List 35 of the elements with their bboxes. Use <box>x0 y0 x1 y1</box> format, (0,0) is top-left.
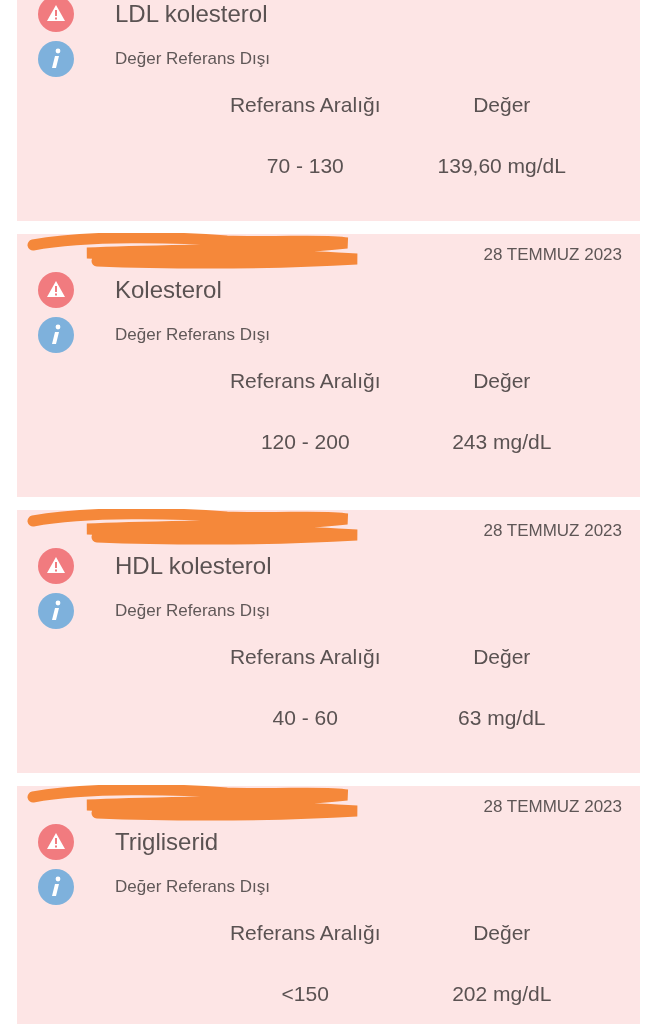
reference-range: 120 - 200 <box>260 429 350 456</box>
warning-icon <box>38 272 74 308</box>
column-header: Referans Aralığı <box>229 644 381 671</box>
date-label: 28 TEMMUZ 2023 <box>483 520 622 543</box>
reference-range: 40 - 60 <box>272 705 338 732</box>
column-header: Referans Aralığı <box>229 92 381 119</box>
column-header: Değer <box>473 644 531 671</box>
date-label: 28 TEMMUZ 2023 <box>483 796 622 819</box>
info-icon <box>38 869 74 905</box>
info-icon <box>38 593 74 629</box>
result-value: 139,60 mg/dL <box>437 153 566 180</box>
column-header: Referans Aralığı <box>229 920 381 947</box>
test-name: LDL kolesterol <box>115 0 268 29</box>
reference-range: 70 - 130 <box>266 153 344 180</box>
test-name: Trigliserid <box>115 827 219 857</box>
column-header: Değer <box>473 920 531 947</box>
test-name: Kolesterol <box>115 275 222 305</box>
test-name: HDL kolesterol <box>115 551 272 581</box>
status-text: Değer Referans Dışı <box>115 48 270 71</box>
status-text: Değer Referans Dışı <box>115 324 270 347</box>
result-value: 202 mg/dL <box>452 981 552 1008</box>
result-value: 243 mg/dL <box>452 429 552 456</box>
warning-icon <box>38 0 74 32</box>
warning-icon <box>38 824 74 860</box>
status-text: Değer Referans Dışı <box>115 876 270 899</box>
column-header: Değer <box>473 92 531 119</box>
status-text: Değer Referans Dışı <box>115 600 270 623</box>
date-label: 28 TEMMUZ 2023 <box>483 244 622 267</box>
reference-range: <150 <box>281 981 329 1008</box>
warning-icon <box>38 548 74 584</box>
info-icon <box>38 317 74 353</box>
column-header: Referans Aralığı <box>229 368 381 395</box>
info-icon <box>38 41 74 77</box>
column-header: Değer <box>473 368 531 395</box>
result-value: 63 mg/dL <box>457 705 546 732</box>
